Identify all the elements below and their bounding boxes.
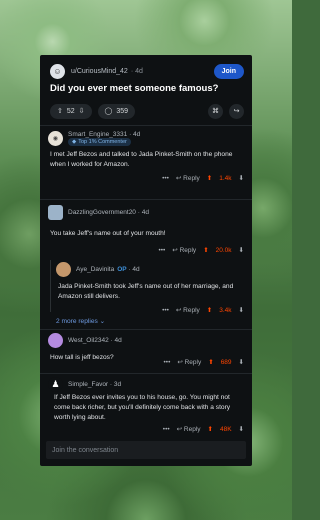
- top-commenter-badge: ◆ Top 1% Commenter: [68, 138, 131, 146]
- comment-time: · 3d: [109, 381, 122, 388]
- post-time: · 4d: [130, 67, 143, 75]
- reddit-post-card: ☺ u/CuriousMind_42 · 4d Join Did you eve…: [40, 55, 252, 466]
- post-header: ☺ u/CuriousMind_42 · 4d Join: [50, 61, 244, 81]
- comment-author[interactable]: DazzlingGovernment20: [68, 209, 136, 216]
- comment-body: You take Jeff's name out of your mouth!: [50, 230, 166, 237]
- comment-time: · 4d: [129, 131, 141, 138]
- divider: [40, 125, 252, 126]
- op-badge: OP: [117, 266, 127, 273]
- downvote-icon[interactable]: ⬇: [239, 358, 244, 366]
- comment-actions: ••• ↩ Reply ⬆ 689 ⬇: [164, 358, 244, 367]
- comment: ◉ Smart_Engine_3331 · 4d ◆ Top 1% Comment…: [40, 131, 252, 182]
- downvote-icon[interactable]: ⬇: [239, 246, 244, 254]
- vote-pill: ⇧ 52 ⇩: [50, 103, 92, 119]
- avatar[interactable]: [48, 205, 63, 220]
- upvote-icon[interactable]: ⬆: [207, 306, 212, 314]
- vote-count: 20.0k: [215, 246, 232, 254]
- comment-body: I met Jeff Bezos and talked to Jada Pink…: [50, 151, 233, 168]
- comment-body: If Jeff Bezos ever invites you to his ho…: [54, 394, 231, 421]
- post-author[interactable]: u/CuriousMind_42: [71, 68, 128, 75]
- avatar[interactable]: [48, 333, 63, 348]
- post-actions: ⇧ 52 ⇩ ◯ 359 ⌘ ↪: [50, 103, 244, 119]
- vote-count: 1.4k: [219, 174, 232, 182]
- avatar[interactable]: ◉: [48, 131, 63, 146]
- comment-body: Jada Pinket-Smith took Jeff's name out o…: [58, 283, 234, 300]
- more-options-icon[interactable]: •••: [164, 359, 171, 366]
- upvote-icon[interactable]: ⇧: [57, 107, 63, 115]
- downvote-icon[interactable]: ⬇: [239, 425, 244, 433]
- reply-button[interactable]: ↩ Reply: [176, 174, 200, 182]
- chevron-down-icon: ⌄: [99, 318, 106, 325]
- reply-button[interactable]: ↩ Reply: [177, 358, 201, 366]
- upvote-icon[interactable]: ⬆: [207, 174, 212, 182]
- comment-author[interactable]: Smart_Engine_3331: [68, 131, 127, 138]
- comment-author[interactable]: Simple_Favor: [68, 381, 108, 388]
- vote-count: 3.4k: [219, 306, 232, 314]
- comment-time: · 4d: [110, 337, 122, 344]
- post-title[interactable]: Did you ever meet someone famous?: [50, 83, 218, 94]
- share-icon: ↪: [233, 108, 240, 115]
- comment-count: 359: [116, 107, 129, 115]
- award-icon: ⌘: [212, 108, 219, 115]
- upvote-icon[interactable]: ⬆: [208, 425, 213, 433]
- comment-actions: ••• ↩ Reply ⬆ 1.4k ⬇: [40, 170, 252, 183]
- comments-pill[interactable]: ◯ 359: [97, 103, 136, 119]
- award-button[interactable]: ⌘: [208, 103, 223, 119]
- comment: West_Oil2342 · 4d ••• ↩ Reply ⬆ 689 ⬇ Ho…: [40, 333, 252, 367]
- badge-icon: ◆: [72, 139, 77, 145]
- more-options-icon[interactable]: •••: [163, 426, 170, 433]
- comment-time: · 4d: [137, 209, 149, 216]
- more-options-icon[interactable]: •••: [158, 247, 165, 254]
- reply-button[interactable]: ↩ Reply: [177, 425, 201, 433]
- reply-button[interactable]: ↩ Reply: [172, 246, 196, 254]
- vote-count: 48K: [219, 425, 232, 433]
- join-button[interactable]: Join: [213, 63, 244, 79]
- share-button[interactable]: ↪: [229, 103, 244, 119]
- comment-actions: ••• ↩ Reply ⬆ 20.0k ⬇: [40, 239, 252, 255]
- more-options-icon[interactable]: •••: [162, 307, 169, 314]
- comment-input[interactable]: Join the conversation: [46, 441, 246, 459]
- comment-author[interactable]: Aye_Davinita: [76, 266, 114, 273]
- comment-actions: ••• ↩ Reply ⬆ 48K ⬇: [40, 423, 252, 434]
- upvote-icon[interactable]: ⬆: [203, 246, 208, 254]
- comment-icon: ◯: [104, 108, 113, 115]
- downvote-icon[interactable]: ⇩: [79, 107, 85, 115]
- comment: Aye_Davinita OP · 4d Jada Pinket-Smith t…: [40, 262, 252, 314]
- downvote-icon[interactable]: ⬇: [239, 174, 244, 182]
- comment-time: · 4d: [128, 266, 140, 273]
- upvote-icon[interactable]: ⬆: [208, 358, 213, 366]
- avatar[interactable]: [56, 262, 71, 277]
- vote-count: 52: [66, 107, 75, 115]
- comment: DazzlingGovernment20 · 4d You take Jeff'…: [40, 205, 252, 254]
- divider: [40, 373, 252, 374]
- divider: [40, 199, 252, 200]
- reply-button[interactable]: ↩ Reply: [176, 306, 200, 314]
- vote-count: 689: [220, 358, 232, 366]
- more-replies-link[interactable]: 2 more replies ⌄: [56, 317, 105, 325]
- downvote-icon[interactable]: ⬇: [239, 306, 244, 314]
- subreddit-avatar[interactable]: ☺: [50, 63, 65, 79]
- more-options-icon[interactable]: •••: [162, 175, 169, 182]
- comment-actions: ••• ↩ Reply ⬆ 3.4k ⬇: [40, 302, 252, 315]
- avatar[interactable]: ♟: [48, 377, 63, 392]
- comment: ♟ Simple_Favor · 3d If Jeff Bezos ever i…: [40, 377, 252, 433]
- divider: [40, 329, 252, 330]
- comment-author[interactable]: West_Oil2342: [68, 337, 109, 344]
